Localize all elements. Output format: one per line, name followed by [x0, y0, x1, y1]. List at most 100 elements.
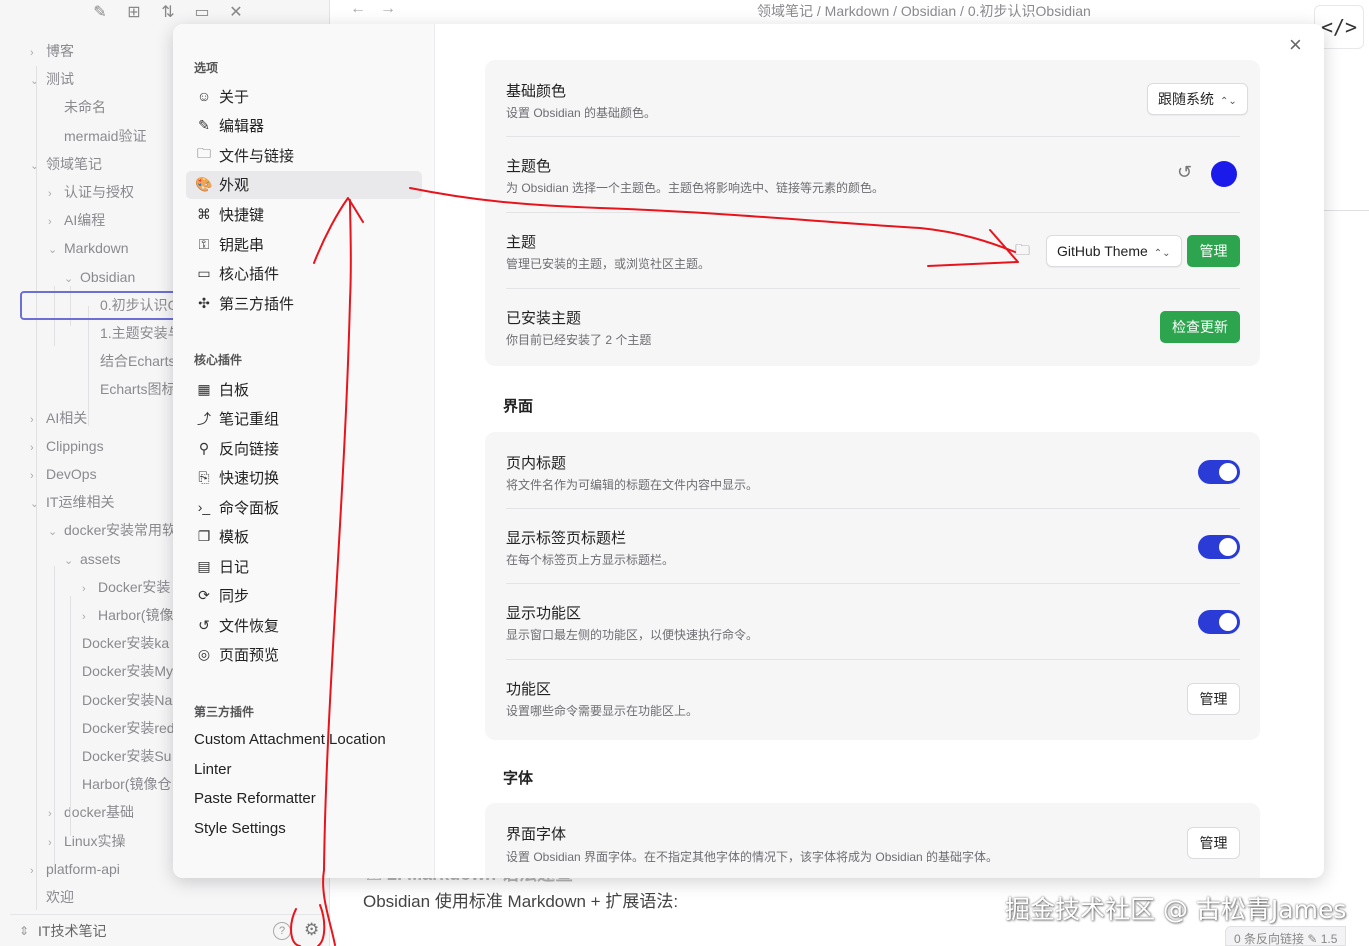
- settings-nav-item[interactable]: ⌘ 快捷键: [186, 200, 422, 228]
- tree-item[interactable]: ⌄ Obsidian: [64, 265, 175, 289]
- status-bar[interactable]: 0 条反向链接 ✎ 1.5: [1225, 926, 1347, 946]
- back-arrow-icon[interactable]: ←: [350, 0, 380, 17]
- check-updates-button[interactable]: 检查更新: [1160, 311, 1240, 343]
- settings-nav-plugin[interactable]: Style Settings: [194, 820, 286, 837]
- settings-nav-item[interactable]: 🗀 文件与链接: [186, 141, 422, 169]
- setting-name: 界面字体: [506, 826, 567, 843]
- nav-item-icon: ⚲: [198, 439, 210, 456]
- tree-item[interactable]: › Clippings: [30, 434, 175, 458]
- settings-nav-item[interactable]: ✣ 第三方插件: [186, 289, 422, 317]
- tree-item[interactable]: Echarts图标: [100, 377, 175, 401]
- settings-nav-item[interactable]: ▭ 核心插件: [186, 260, 422, 288]
- settings-gear-icon[interactable]: ⚙: [304, 920, 319, 940]
- new-folder-icon[interactable]: ⊞: [124, 2, 144, 22]
- tree-item[interactable]: 欢迎: [46, 885, 175, 909]
- tree-item[interactable]: › Harbor(镜像: [82, 603, 175, 627]
- tree-item-label: 认证与授权: [64, 184, 134, 200]
- tree-item[interactable]: › AI相关: [30, 406, 175, 430]
- tree-item[interactable]: › Docker安装: [82, 575, 175, 599]
- tree-item[interactable]: 结合Echarts: [100, 349, 175, 373]
- settings-nav-item[interactable]: 🎨 外观: [186, 170, 422, 199]
- setting-desc: 为 Obsidian 选择一个主题色。主题色将影响选中、链接等元素的颜色。: [506, 181, 885, 195]
- nav-item-icon: ⎘: [198, 469, 210, 485]
- collapse-icon[interactable]: ▭: [192, 2, 212, 22]
- tree-item[interactable]: › 认证与授权: [48, 180, 175, 204]
- tree-item[interactable]: › 博客: [30, 39, 175, 63]
- manage-font-button[interactable]: 管理: [1187, 827, 1240, 859]
- setting-desc: 显示窗口最左侧的功能区，以便快速执行命令。: [506, 628, 759, 642]
- settings-nav-item[interactable]: ❐ 模板: [186, 523, 422, 551]
- reset-icon[interactable]: ↺: [1177, 162, 1192, 183]
- settings-nav-item[interactable]: ▤ 日记: [186, 552, 422, 580]
- nav-item-icon: ❐: [197, 528, 211, 544]
- tree-item[interactable]: › Linux实操: [48, 829, 175, 853]
- nav-item-label: 文件恢复: [219, 617, 280, 635]
- divider: [1323, 210, 1369, 211]
- inline-title-toggle[interactable]: [1198, 460, 1240, 484]
- nav-item-label: 命令面板: [219, 499, 280, 517]
- tree-item[interactable]: Docker安装Na: [82, 688, 175, 712]
- tree-item[interactable]: › DevOps: [30, 462, 175, 486]
- base-color-select[interactable]: 跟随系统 ⌃⌄: [1147, 83, 1248, 115]
- tree-item[interactable]: › platform-api: [30, 857, 175, 881]
- settings-nav-item[interactable]: ⎘ 快速切换: [186, 464, 422, 492]
- tree-item[interactable]: ⌄ 领域笔记: [30, 152, 175, 176]
- tree-item[interactable]: Docker安装My: [82, 659, 175, 683]
- vault-switcher[interactable]: ⇕ IT技术笔记 ? ⚙: [10, 914, 330, 946]
- settings-nav-item[interactable]: ⚿ 钥匙串: [186, 230, 422, 258]
- manage-ribbon-button[interactable]: 管理: [1187, 683, 1240, 715]
- settings-nav-item[interactable]: ✎ 编辑器: [186, 112, 422, 140]
- settings-nav-item[interactable]: ☺ 关于: [186, 82, 422, 110]
- tree-item[interactable]: › AI编程: [48, 208, 175, 232]
- tree-item[interactable]: ⌄ IT运维相关: [30, 490, 175, 514]
- close-icon[interactable]: ×: [1289, 32, 1302, 58]
- sort-icon[interactable]: ⇅: [158, 2, 178, 22]
- tree-item[interactable]: 1.主题安装与: [100, 321, 175, 345]
- ribbon-toggle[interactable]: [1198, 610, 1240, 634]
- tree-item[interactable]: mermaid验证: [64, 124, 175, 148]
- tree-item-label: 未命名: [64, 99, 106, 116]
- manage-themes-button[interactable]: 管理: [1187, 235, 1240, 267]
- nav-item-label: 白板: [219, 381, 250, 399]
- tree-item[interactable]: 未命名: [64, 95, 175, 119]
- tree-item[interactable]: Docker安装Su: [82, 744, 175, 768]
- tree-item[interactable]: › docker基础: [48, 800, 175, 824]
- settings-nav-item[interactable]: ⤴ 笔记重组: [186, 405, 422, 433]
- settings-nav-item[interactable]: ▦ 白板: [186, 375, 422, 403]
- tree-item-label: mermaid验证: [64, 127, 147, 144]
- folder-icon[interactable]: 🗀: [1015, 240, 1030, 265]
- tree-item[interactable]: Docker安装ka: [82, 631, 175, 655]
- new-note-icon[interactable]: ✎: [90, 2, 110, 22]
- nav-item-label: 钥匙串: [219, 236, 265, 254]
- tree-item-label: AI相关: [46, 409, 88, 426]
- settings-nav-plugin[interactable]: Paste Reformatter: [194, 790, 316, 807]
- settings-nav-item[interactable]: ›_ 命令面板: [186, 493, 422, 521]
- chevron-icon: ›: [82, 582, 86, 595]
- nav-item-label: 同步: [219, 588, 250, 605]
- chevron-icon: ›: [48, 808, 52, 821]
- tree-item[interactable]: ⌄ 测试: [30, 67, 175, 91]
- breadcrumb[interactable]: 领域笔记 / Markdown / Obsidian / 0.初步认识Obsid…: [757, 1, 1091, 21]
- vault-name[interactable]: IT技术笔记: [38, 921, 106, 941]
- tab-title-bar-toggle[interactable]: [1198, 535, 1240, 559]
- nav-item-icon: ✎: [198, 117, 210, 134]
- settings-nav-item[interactable]: ⚲ 反向链接: [186, 434, 422, 462]
- sidebar-toolbar: ✎ ⊞ ⇅ ▭ ✕: [90, 2, 246, 22]
- settings-nav-item[interactable]: ◎ 页面预览: [186, 641, 422, 669]
- close-all-icon[interactable]: ✕: [226, 2, 246, 22]
- settings-nav-plugin[interactable]: Custom Attachment Location: [194, 731, 386, 748]
- tree-item[interactable]: Harbor(镜像仓: [82, 772, 175, 796]
- settings-nav-plugin[interactable]: Linter: [194, 761, 232, 778]
- tree-item[interactable]: ⌄ Markdown: [48, 236, 175, 260]
- accent-color-swatch[interactable]: [1211, 161, 1237, 187]
- settings-nav-item[interactable]: ↺ 文件恢复: [186, 611, 422, 639]
- tree-item[interactable]: ⌄ assets: [64, 547, 175, 571]
- settings-nav-item[interactable]: ⟳ 同步: [186, 582, 422, 610]
- theme-select[interactable]: GitHub Theme ⌃⌄: [1046, 235, 1182, 267]
- nav-item-icon: ⟳: [198, 587, 210, 603]
- help-icon[interactable]: ?: [273, 922, 291, 940]
- forward-arrow-icon[interactable]: →: [380, 0, 410, 17]
- tree-item[interactable]: ⌄ docker安装常用软: [48, 518, 175, 542]
- tree-item[interactable]: Docker安装red: [82, 716, 175, 740]
- chevron-icon: ⌄: [30, 159, 40, 172]
